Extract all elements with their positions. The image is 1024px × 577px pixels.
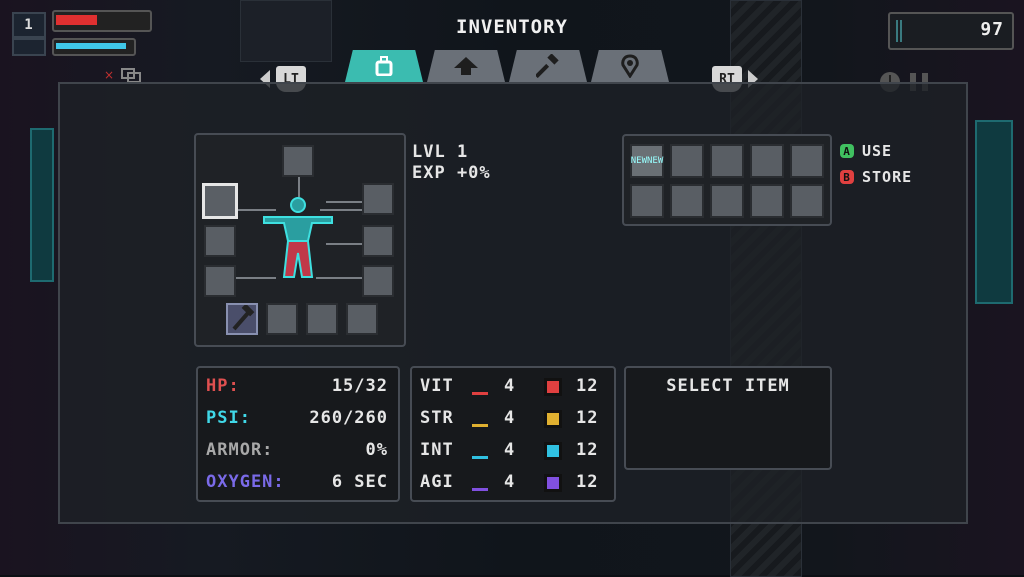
equip-slot-selected[interactable]: [202, 183, 238, 219]
weapon-slot[interactable]: [226, 303, 258, 335]
inventory-tabs: [345, 50, 669, 82]
resistance-icon: [544, 378, 562, 396]
exp-line: EXP +0%: [412, 163, 491, 183]
item-slot[interactable]: [790, 184, 824, 218]
armor-value: 0%: [365, 440, 388, 460]
attribute-icon: [472, 412, 488, 427]
psi-value: 260/260: [309, 408, 388, 428]
item-new-badge: NEWNEW: [630, 156, 664, 166]
map-pin-icon: [621, 54, 639, 78]
item-slot[interactable]: [710, 184, 744, 218]
attributes-panel: VIT 4 12 STR 4 12 INT 4 12 AGI 4 12: [410, 366, 616, 502]
a-button-icon: A: [840, 144, 854, 158]
attribute-icon: [472, 380, 488, 395]
quick-slot[interactable]: [266, 303, 298, 335]
attribute-label: AGI: [420, 472, 454, 492]
attribute-row: VIT 4 12: [420, 376, 606, 398]
item-slot[interactable]: [710, 144, 744, 178]
resistance-value: 12: [576, 440, 599, 460]
bg-cyan-door: [30, 128, 54, 282]
resistance-value: 12: [576, 472, 599, 492]
resistance-value: 12: [576, 376, 599, 396]
hammer-icon: [536, 54, 559, 78]
attribute-row: AGI 4 12: [420, 472, 606, 494]
store-label: STORE: [862, 168, 913, 186]
item-grid-panel: NEWNEW: [622, 134, 832, 226]
equip-slot[interactable]: [204, 265, 236, 297]
legend-use: A USE: [840, 142, 892, 160]
equip-slot[interactable]: [204, 225, 236, 257]
backpack-icon: [375, 56, 393, 76]
attribute-label: INT: [420, 440, 454, 460]
tab-crafting[interactable]: [509, 50, 587, 82]
attribute-value: 4: [504, 408, 516, 428]
item-slot[interactable]: [750, 144, 784, 178]
legend-store: B STORE: [840, 168, 912, 186]
tab-upgrades[interactable]: [427, 50, 505, 82]
attribute-row: STR 4 12: [420, 408, 606, 430]
equip-slot[interactable]: [362, 265, 394, 297]
equip-slot-head[interactable]: [282, 145, 314, 177]
item-slot[interactable]: [790, 144, 824, 178]
hammer-icon: [232, 303, 255, 331]
quick-slot[interactable]: [306, 303, 338, 335]
player-sub-badge: [12, 38, 46, 56]
b-button-icon: B: [840, 170, 854, 184]
screen-title: INVENTORY: [456, 16, 568, 38]
resistance-icon: [544, 442, 562, 460]
oxygen-label: OXYGEN:: [206, 472, 285, 492]
bg-cyan-door: [975, 120, 1013, 304]
attribute-value: 4: [504, 376, 516, 396]
attribute-label: VIT: [420, 376, 454, 396]
item-slot[interactable]: [670, 184, 704, 218]
resistance-icon: [544, 410, 562, 428]
svg-text:×: ×: [104, 68, 114, 82]
select-item-text: SELECT ITEM: [666, 376, 790, 396]
hp-label: HP:: [206, 376, 240, 396]
attribute-value: 4: [504, 472, 516, 492]
item-slot[interactable]: [750, 184, 784, 218]
armor-label: ARMOR:: [206, 440, 274, 460]
psi-label: PSI:: [206, 408, 251, 428]
tab-map[interactable]: [591, 50, 669, 82]
quick-slot[interactable]: [346, 303, 378, 335]
oxygen-value: 6 SEC: [331, 472, 388, 492]
attribute-icon: [472, 476, 488, 491]
item-slot-new[interactable]: NEWNEW: [630, 144, 664, 178]
equipment-panel: [194, 133, 406, 347]
psi-bar: [52, 38, 136, 56]
level-info: LVL 1 EXP +0%: [412, 142, 491, 184]
stats-panel: HP: 15/32 PSI: 260/260 ARMOR: 0% OXYGEN: 6 S…: [196, 366, 400, 502]
up-arrow-icon: [454, 57, 478, 75]
hp-value: 15/32: [331, 376, 388, 396]
character-silhouette: [263, 197, 333, 278]
equip-slot[interactable]: [362, 183, 394, 215]
tab-inventory[interactable]: [345, 50, 423, 82]
item-slot[interactable]: [670, 144, 704, 178]
item-description-panel: SELECT ITEM: [624, 366, 832, 470]
resistance-value: 12: [576, 408, 599, 428]
item-slot[interactable]: [630, 184, 664, 218]
use-label: USE: [862, 142, 893, 160]
resistance-icon: [544, 474, 562, 492]
equip-slot[interactable]: [362, 225, 394, 257]
attribute-row: INT 4 12: [420, 440, 606, 462]
attribute-icon: [472, 444, 488, 459]
level-line: LVL 1: [412, 142, 469, 162]
attribute-value: 4: [504, 440, 516, 460]
attribute-label: STR: [420, 408, 454, 428]
